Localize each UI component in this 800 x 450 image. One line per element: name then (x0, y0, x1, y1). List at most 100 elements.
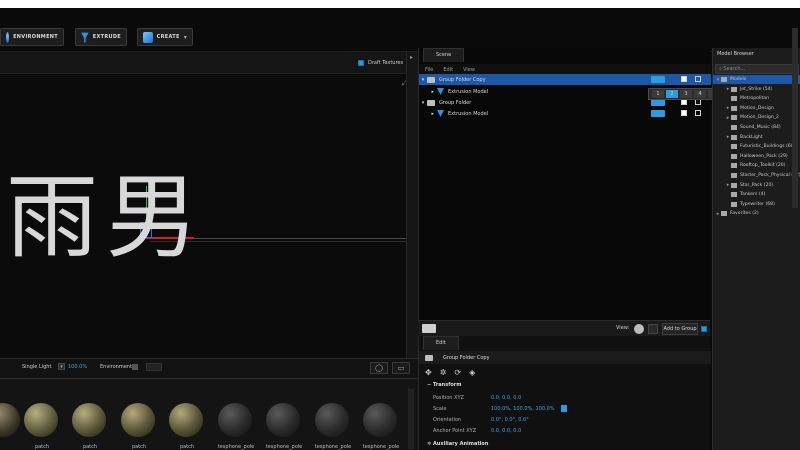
model-tree-item[interactable]: ▾ Models (713, 75, 800, 84)
scale-value[interactable]: 100.0%, 100.0%, 100.0% (491, 406, 555, 412)
rotate-icon[interactable]: ✲ (440, 368, 447, 377)
material-label: patch (34, 444, 50, 450)
expand-arrow-icon[interactable]: ▾ (419, 100, 427, 106)
folder-icon (731, 125, 737, 130)
auxiliary-animation-section[interactable]: ✲ Auxiliary Animation (427, 441, 488, 447)
expand-arrow-icon[interactable]: ▸ (419, 89, 437, 95)
material-sphere[interactable] (169, 403, 203, 437)
popup-option[interactable]: 3 (680, 90, 692, 98)
orientation-value[interactable]: 0.0°, 0.0°, 0.0° (491, 417, 529, 423)
material-label: patch (179, 444, 195, 450)
model-tree-item[interactable]: Typewriter (68) (713, 200, 800, 209)
visibility-toggle[interactable] (651, 99, 665, 106)
folder-icon (721, 211, 727, 217)
materials-scrollbar[interactable] (408, 389, 414, 449)
scene-row-label: Extrusion Model (448, 110, 489, 117)
folder-icon (731, 134, 737, 140)
model-tree-item[interactable]: Metropolitan (713, 94, 800, 103)
material-sphere[interactable] (0, 403, 20, 437)
viewport-panel: Draft Textures Y 雨男 ⤢ (0, 52, 410, 358)
material-label: tesphone_pole (314, 444, 352, 450)
expand-arrow-icon[interactable]: ▸ (419, 111, 437, 117)
extrude-button[interactable]: EXTRUDE (75, 28, 127, 46)
popup-option[interactable]: 2 (666, 90, 678, 98)
folder-icon (731, 115, 737, 121)
lock-toggle[interactable] (681, 76, 687, 82)
expand-arrow-icon[interactable]: ▾ (419, 77, 427, 83)
add-to-group-checkbox[interactable] (701, 325, 707, 332)
material-sphere[interactable] (315, 403, 349, 437)
draft-textures-toggle[interactable]: Draft Textures (358, 60, 403, 66)
extrude-icon (81, 32, 89, 43)
environment-button[interactable]: ENVIRONMENT (0, 28, 64, 46)
camera-orbit-icon[interactable]: ◯ (370, 362, 388, 374)
light-intensity-value[interactable]: 100.0% (68, 364, 87, 370)
model-tree-item[interactable]: ▸ Favorites (2) (713, 209, 800, 218)
lock-toggle[interactable] (681, 110, 687, 116)
model-tree-item[interactable]: Futuristic_Buildings (60) (713, 142, 800, 151)
model-search-input[interactable]: ⌕ Search... (715, 64, 799, 74)
model-tree-item[interactable]: ▸ Motion_Design_2 (713, 113, 800, 122)
menu-file[interactable]: File (425, 67, 433, 73)
model-tree-item[interactable]: Rooftop_Toolkit (20) (713, 161, 800, 170)
viewport-collapse-bar[interactable]: ▸ (406, 52, 418, 358)
edit-object-name: Group Folder Copy (443, 354, 490, 361)
visibility-toggle[interactable] (651, 110, 665, 117)
anchor-label: Anchor Point XYZ (433, 428, 477, 434)
menu-view[interactable]: View (463, 67, 475, 73)
position-value[interactable]: 0.0, 0.0, 0.0 (491, 395, 521, 401)
model-tree-item[interactable]: ▸ BackLight (713, 133, 800, 142)
material-sphere[interactable] (72, 403, 106, 437)
material-sphere[interactable] (24, 403, 58, 437)
light-mode-dropdown[interactable]: Single Light (22, 364, 51, 370)
model-tree-label: Sound_Music (84) (740, 125, 781, 130)
view-grid-icon[interactable] (648, 324, 658, 334)
model-tree-item[interactable]: Sound_Music (84) (713, 123, 800, 132)
material-sphere[interactable] (363, 403, 397, 437)
gear-icon: ✲ (427, 441, 432, 447)
popup-option[interactable]: 4 (694, 90, 706, 98)
draft-textures-checkbox[interactable] (358, 60, 364, 66)
tab-scene[interactable]: Scene (423, 48, 465, 62)
scale-icon[interactable]: ⟳ (454, 368, 461, 377)
delete-icon[interactable] (695, 110, 701, 116)
materials-strip: patch patch patch patch tesphone_pole te… (0, 378, 418, 450)
scene-tree-row[interactable]: ▸ Extrusion Model (419, 108, 711, 119)
environment-checkbox[interactable] (132, 364, 138, 370)
view-solid-icon[interactable] (634, 324, 644, 334)
model-tree-item[interactable]: ▸ Motion_Design (713, 104, 800, 113)
extruded-text[interactable]: 雨男 (6, 172, 206, 264)
transform-section[interactable]: − Transform (427, 382, 461, 388)
model-browser-scrollbar[interactable] (792, 28, 798, 208)
scene-tree-row[interactable]: ▾ Group Folder Copy (419, 74, 711, 85)
environment-label: ENVIRONMENT (13, 34, 58, 40)
model-tree-item[interactable]: Starter_Pack_Physical (42) (713, 171, 800, 180)
view-label: View: (616, 325, 630, 331)
material-label: tesphone_pole (217, 444, 255, 450)
model-tree-item[interactable]: Halloween_Pack (29) (713, 152, 800, 161)
delete-icon[interactable] (695, 76, 701, 82)
folder-icon (731, 182, 737, 188)
material-sphere[interactable] (218, 403, 252, 437)
model-tree-item[interactable]: ▸ Jet_Strike (54) (713, 85, 800, 94)
model-tree-item[interactable]: ▸ Star_Pack (20) (713, 181, 800, 190)
model-tree-item[interactable]: Tankers (4) (713, 190, 800, 199)
menu-edit[interactable]: Edit (443, 67, 453, 73)
material-sphere[interactable] (266, 403, 300, 437)
popup-option[interactable]: 1 (652, 90, 664, 98)
visibility-toggle[interactable] (651, 76, 665, 83)
create-button[interactable]: CREATE ▾ (137, 28, 193, 46)
model-tree-label: Starter_Pack_Physical (42) (740, 173, 800, 178)
lock-icon[interactable] (561, 405, 567, 412)
monitor-icon[interactable]: ▭ (392, 362, 410, 374)
chevron-down-icon[interactable]: ▾ (58, 363, 65, 370)
tab-edit[interactable]: Edit (423, 336, 459, 350)
move-icon[interactable]: ✥ (425, 368, 432, 377)
material-sphere[interactable] (121, 403, 155, 437)
anchor-value[interactable]: 0.0, 0.0, 0.0 (491, 428, 521, 434)
add-to-group-button[interactable]: Add to Group (662, 323, 698, 335)
reset-icon[interactable]: ◈ (469, 368, 475, 377)
environment-swatch[interactable] (146, 363, 162, 371)
viewport-canvas[interactable]: Y 雨男 ⤢ (0, 74, 410, 358)
new-folder-icon[interactable] (422, 324, 436, 333)
